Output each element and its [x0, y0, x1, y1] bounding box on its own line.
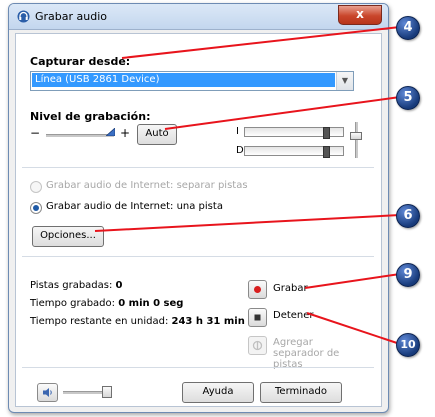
callout-line-6: [94, 214, 401, 232]
callout-line-5: [164, 96, 401, 130]
callout-line-9: [304, 273, 401, 289]
callout-10: 10: [396, 333, 420, 357]
callout-line-4: [121, 26, 401, 59]
callout-line-10: [306, 312, 401, 345]
callout-6: 6: [396, 204, 420, 228]
callout-5: 5: [396, 86, 420, 110]
callout-lines: [94, 26, 401, 345]
callout-4: 4: [396, 16, 420, 40]
callout-9: 9: [396, 263, 420, 287]
